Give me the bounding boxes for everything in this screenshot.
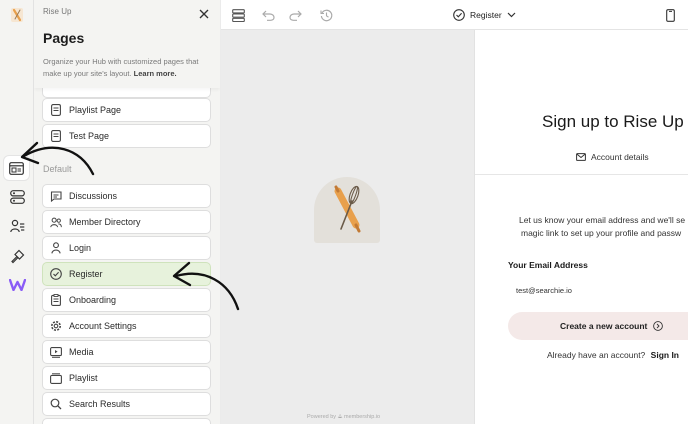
device-preview-button[interactable] xyxy=(662,7,678,23)
account-details-label: Account details xyxy=(591,152,649,162)
search-icon xyxy=(50,398,62,410)
check-circle-icon xyxy=(50,268,62,280)
learn-more-link[interactable]: Learn more. xyxy=(134,69,177,78)
redo-icon xyxy=(288,10,302,21)
members-nav-button[interactable] xyxy=(7,217,27,235)
page-item-onboarding[interactable]: Onboarding xyxy=(42,288,211,312)
membership-logo-icon: ⟁ xyxy=(337,414,343,420)
page-item-register[interactable]: Register xyxy=(42,262,211,286)
email-field-label: Your Email Address xyxy=(508,260,588,270)
page-item-test-page[interactable]: Test Page xyxy=(42,124,211,148)
paint-brush-icon xyxy=(10,249,24,263)
page-icon xyxy=(50,130,62,142)
page-item-label: Media xyxy=(69,347,94,357)
signup-instructions: Let us know your email address and we'll… xyxy=(519,214,685,240)
sections-nav-button[interactable] xyxy=(7,188,27,206)
history-button[interactable] xyxy=(318,7,334,23)
page-item-label: Test Page xyxy=(69,131,110,141)
members-icon xyxy=(9,219,24,232)
powered-by-label: Powered by xyxy=(307,414,337,420)
sections-icon xyxy=(9,190,25,204)
section-label-default: Default xyxy=(43,164,72,174)
page-item-label: Account Settings xyxy=(69,321,137,331)
page-icon xyxy=(50,104,62,116)
login-icon xyxy=(50,242,62,254)
brand-logo-icon xyxy=(11,8,23,22)
design-nav-button[interactable] xyxy=(7,247,27,265)
already-account-text: Already have an account? xyxy=(547,350,646,360)
page-selector-dropdown[interactable]: Register xyxy=(453,6,516,23)
editor-canvas: Powered by ⟁ membership.io xyxy=(221,30,474,424)
chat-icon xyxy=(50,190,62,202)
history-icon xyxy=(319,9,332,21)
pages-panel: Playlist Page Test Page Default Discussi… xyxy=(34,0,220,424)
playlist-icon xyxy=(50,372,62,384)
page-item-playlist[interactable]: Playlist xyxy=(42,366,211,390)
breadcrumb: Rise Up xyxy=(43,7,72,16)
page-item-member-directory[interactable]: Member Directory xyxy=(42,210,211,234)
powered-by: Powered by ⟁ membership.io xyxy=(307,414,380,421)
page-item-label: Login xyxy=(69,243,92,253)
page-item-label: Member Directory xyxy=(69,217,141,227)
signup-heading: Sign up to Rise Up xyxy=(542,112,684,131)
page-title: Pages xyxy=(43,30,85,46)
people-icon xyxy=(50,216,62,228)
page-item-label: Onboarding xyxy=(69,295,117,305)
logo-w-icon xyxy=(8,279,26,291)
panel-description: Organize your Hub with customized pages … xyxy=(43,56,213,80)
page-item-label: Register xyxy=(69,269,103,279)
redo-button[interactable] xyxy=(287,7,303,23)
instructions-line-2: magic link to set up your profile and pa… xyxy=(521,228,682,238)
pages-icon xyxy=(9,161,24,175)
close-icon[interactable] xyxy=(197,7,211,21)
page-item-media[interactable]: Media xyxy=(42,340,211,364)
media-icon xyxy=(50,346,62,358)
divider xyxy=(475,174,688,175)
page-item-cutoff[interactable] xyxy=(42,418,211,424)
logo-w-button[interactable] xyxy=(7,276,27,294)
page-item-label: Discussions xyxy=(69,191,118,201)
page-item-discussions[interactable]: Discussions xyxy=(42,184,211,208)
undo-icon xyxy=(261,10,275,21)
mail-icon xyxy=(576,153,586,161)
page-item-label: Playlist Page xyxy=(69,105,122,115)
page-item-playlist-page[interactable]: Playlist Page xyxy=(42,98,211,122)
page-item-login[interactable]: Login xyxy=(42,236,211,260)
create-account-label: Create a new account xyxy=(560,321,648,331)
page-item-search-results[interactable]: Search Results xyxy=(42,392,211,416)
editor-toolbar: Register xyxy=(221,0,688,30)
icon-rail xyxy=(0,0,34,424)
current-page-label: Register xyxy=(470,9,502,20)
check-circle-icon xyxy=(453,8,465,21)
sign-in-prompt: Already have an account? Sign In xyxy=(547,350,679,360)
account-details-tab[interactable]: Account details xyxy=(576,152,649,162)
panel-header: Rise Up Pages Organize your Hub with cus… xyxy=(34,0,220,88)
pages-nav-button[interactable] xyxy=(4,156,29,180)
instructions-line-1: Let us know your email address and we'll… xyxy=(519,215,686,225)
page-item-account-settings[interactable]: Account Settings xyxy=(42,314,211,338)
create-account-button[interactable]: Create a new account xyxy=(508,312,688,340)
arrow-circle-right-icon xyxy=(653,321,664,331)
page-item-label: Playlist xyxy=(69,373,98,383)
undo-button[interactable] xyxy=(260,7,276,23)
mobile-device-icon xyxy=(665,8,675,22)
chevron-down-icon xyxy=(507,12,516,17)
register-preview: Sign up to Rise Up Account details Let u… xyxy=(474,30,688,424)
clipboard-icon xyxy=(50,294,62,306)
layers-icon xyxy=(231,8,245,22)
page-item-label: Search Results xyxy=(69,399,131,409)
layout-toggle-button[interactable] xyxy=(230,7,246,23)
brand-illustration xyxy=(314,177,380,243)
email-field[interactable]: test@searchie.io xyxy=(508,281,688,299)
gear-icon xyxy=(50,320,62,332)
sign-in-link[interactable]: Sign In xyxy=(651,350,679,360)
rolling-pin-whisk-icon xyxy=(334,185,361,233)
powered-by-brand: membership.io xyxy=(344,414,381,420)
